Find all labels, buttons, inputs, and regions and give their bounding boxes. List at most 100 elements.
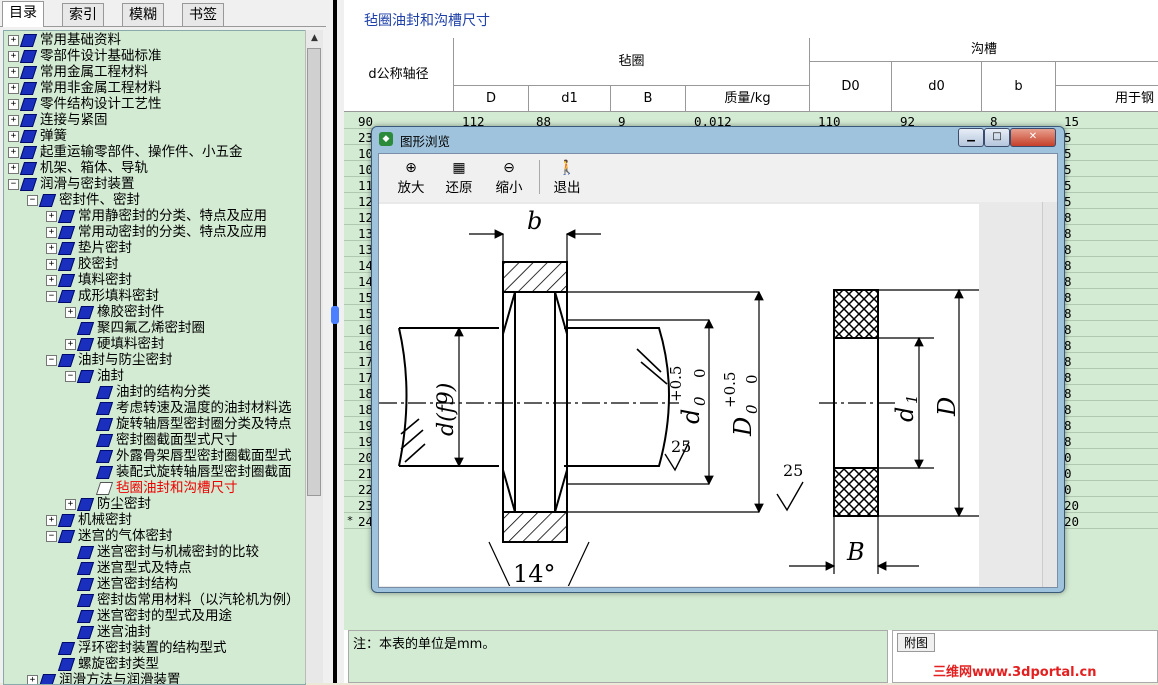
splitter-handle-icon[interactable] <box>331 306 339 324</box>
table-cell[interactable]: 8 <box>1064 402 1072 417</box>
tab-fuzzy[interactable]: 模糊 <box>122 3 164 26</box>
tree-node[interactable]: −密封件、密封 <box>27 192 140 208</box>
tree-node[interactable]: +弹簧 <box>8 128 67 144</box>
table-cell[interactable]: 5 <box>1064 146 1072 161</box>
table-cell[interactable]: 0 <box>1064 482 1072 497</box>
tree-node[interactable]: +迷宫型式及特点 <box>65 560 192 576</box>
minimize-icon[interactable]: ▁ <box>958 128 984 147</box>
tree-node[interactable]: +常用基础资料 <box>8 32 121 48</box>
viewer-scrollbar[interactable] <box>1042 202 1057 587</box>
close-icon[interactable]: ✕ <box>1010 128 1056 147</box>
tree-node[interactable]: +螺旋密封类型 <box>46 656 159 672</box>
collapse-icon[interactable]: − <box>65 371 76 382</box>
expand-icon[interactable]: + <box>8 99 19 110</box>
tree-node[interactable]: +垫片密封 <box>46 240 132 256</box>
tab-bookmarks[interactable]: 书签 <box>182 3 224 26</box>
expand-icon[interactable]: + <box>46 243 57 254</box>
expand-icon[interactable]: + <box>46 515 57 526</box>
table-cell[interactable]: 15 <box>1064 114 1079 129</box>
expand-icon[interactable]: + <box>46 275 57 286</box>
viewer-canvas[interactable]: b d(f9) d 0 +0.5 0 D 0 +0.5 0 25 25 14° … <box>379 202 1057 587</box>
maximize-icon[interactable]: □ <box>984 128 1010 147</box>
table-cell[interactable]: 8 <box>1064 258 1072 273</box>
collapse-icon[interactable]: − <box>46 531 57 542</box>
expand-icon[interactable]: + <box>46 211 57 222</box>
table-cell[interactable]: 20 <box>1064 514 1079 529</box>
tree-node[interactable]: +密封圈截面型式尺寸 <box>84 432 238 448</box>
tree-node[interactable]: +常用静密封的分类、特点及应用 <box>46 208 267 224</box>
attachment-tab[interactable]: 附图 <box>897 633 935 652</box>
collapse-icon[interactable]: − <box>27 195 38 206</box>
expand-icon[interactable]: + <box>8 51 19 62</box>
tree-node[interactable]: −润滑与密封装置 <box>8 176 135 192</box>
table-cell[interactable]: 20 <box>1064 498 1079 513</box>
tree-node[interactable]: +硬填料密封 <box>65 336 165 352</box>
expand-icon[interactable]: + <box>8 147 19 158</box>
zoom-out-button[interactable]: ⊖ 缩小 <box>489 160 529 196</box>
expand-icon[interactable]: + <box>8 115 19 126</box>
tree-node[interactable]: +旋转轴唇型密封圈分类及特点 <box>84 416 292 432</box>
tree-node[interactable]: −迷宫的气体密封 <box>46 528 173 544</box>
expand-icon[interactable]: + <box>46 227 57 238</box>
table-cell[interactable]: 5 <box>1064 130 1072 145</box>
tree-node[interactable]: +润滑方法与润滑装置 <box>27 672 181 685</box>
collapse-icon[interactable]: − <box>46 291 57 302</box>
scroll-thumb[interactable] <box>307 48 321 496</box>
tree-node[interactable]: +考虑转速及温度的油封材料选 <box>84 400 292 416</box>
expand-icon[interactable]: + <box>46 259 57 270</box>
tree-node[interactable]: +胶密封 <box>46 256 119 272</box>
collapse-icon[interactable]: − <box>8 179 19 190</box>
tree-node[interactable]: +填料密封 <box>46 272 132 288</box>
tree-node[interactable]: +迷宫密封结构 <box>65 576 178 592</box>
expand-icon[interactable]: + <box>27 675 38 685</box>
table-cell[interactable]: 8 <box>1064 242 1072 257</box>
tree-node[interactable]: +机架、箱体、导轨 <box>8 160 148 176</box>
tree-node[interactable]: +常用动密封的分类、特点及应用 <box>46 224 267 240</box>
tree-scrollbar[interactable]: ▲ <box>305 30 323 683</box>
table-cell[interactable]: 8 <box>1064 290 1072 305</box>
table-cell[interactable]: 8 <box>1064 226 1072 241</box>
table-cell[interactable]: 8 <box>1064 322 1072 337</box>
tree-node[interactable]: −油封 <box>65 368 124 384</box>
table-cell[interactable]: 0 <box>1064 450 1072 465</box>
expand-icon[interactable]: + <box>65 499 76 510</box>
table-cell[interactable]: 8 <box>1064 434 1072 449</box>
tree-node[interactable]: +连接与紧固 <box>8 112 108 128</box>
collapse-icon[interactable]: − <box>46 355 57 366</box>
tree-node[interactable]: +迷宫密封与机械密封的比较 <box>65 544 259 560</box>
table-cell[interactable]: 8 <box>1064 338 1072 353</box>
splitter[interactable] <box>326 0 344 683</box>
table-cell[interactable]: 90 <box>358 114 373 129</box>
scroll-up-icon[interactable]: ▲ <box>306 30 323 46</box>
tree-node[interactable]: −成形填料密封 <box>46 288 159 304</box>
table-cell[interactable]: 8 <box>1064 306 1072 321</box>
table-cell[interactable]: 8 <box>1064 354 1072 369</box>
tree-node[interactable]: +起重运输零部件、操作件、小五金 <box>8 144 243 160</box>
table-cell[interactable]: 8 <box>1064 386 1072 401</box>
expand-icon[interactable]: + <box>8 83 19 94</box>
zoom-in-button[interactable]: ⊕ 放大 <box>391 160 431 196</box>
tree-node[interactable]: +常用金属工程材料 <box>8 64 148 80</box>
table-cell[interactable]: 5 <box>1064 178 1072 193</box>
tree-node[interactable]: +常用非金属工程材料 <box>8 80 162 96</box>
tree-node[interactable]: +装配式旋转轴唇型密封圈截面 <box>84 464 292 480</box>
tree-node[interactable]: +机械密封 <box>46 512 132 528</box>
exit-button[interactable]: 🚶 退出 <box>547 160 587 196</box>
expand-icon[interactable]: + <box>65 307 76 318</box>
table-cell[interactable]: 8 <box>1064 418 1072 433</box>
table-cell[interactable]: 0 <box>1064 466 1072 481</box>
dialog-titlebar[interactable]: ◆ 图形浏览 ▁ □ ✕ <box>372 127 1064 151</box>
expand-icon[interactable]: + <box>65 339 76 350</box>
tree-node[interactable]: +零部件设计基础标准 <box>8 48 162 64</box>
tree-node[interactable]: +橡胶密封件 <box>65 304 165 320</box>
table-cell[interactable]: 5 <box>1064 194 1072 209</box>
table-cell[interactable]: 8 <box>1064 370 1072 385</box>
tree-node[interactable]: +迷宫密封的型式及用途 <box>65 608 232 624</box>
table-cell[interactable]: 8 <box>1064 274 1072 289</box>
table-cell[interactable]: 8 <box>1064 210 1072 225</box>
expand-icon[interactable]: + <box>8 131 19 142</box>
tree-node[interactable]: +聚四氟乙烯密封圈 <box>65 320 205 336</box>
restore-button[interactable]: ▦ 还原 <box>439 160 479 196</box>
tree-node[interactable]: +外露骨架唇型密封圈截面型式 <box>84 448 292 464</box>
tree-node[interactable]: +浮环密封装置的结构型式 <box>46 640 227 656</box>
